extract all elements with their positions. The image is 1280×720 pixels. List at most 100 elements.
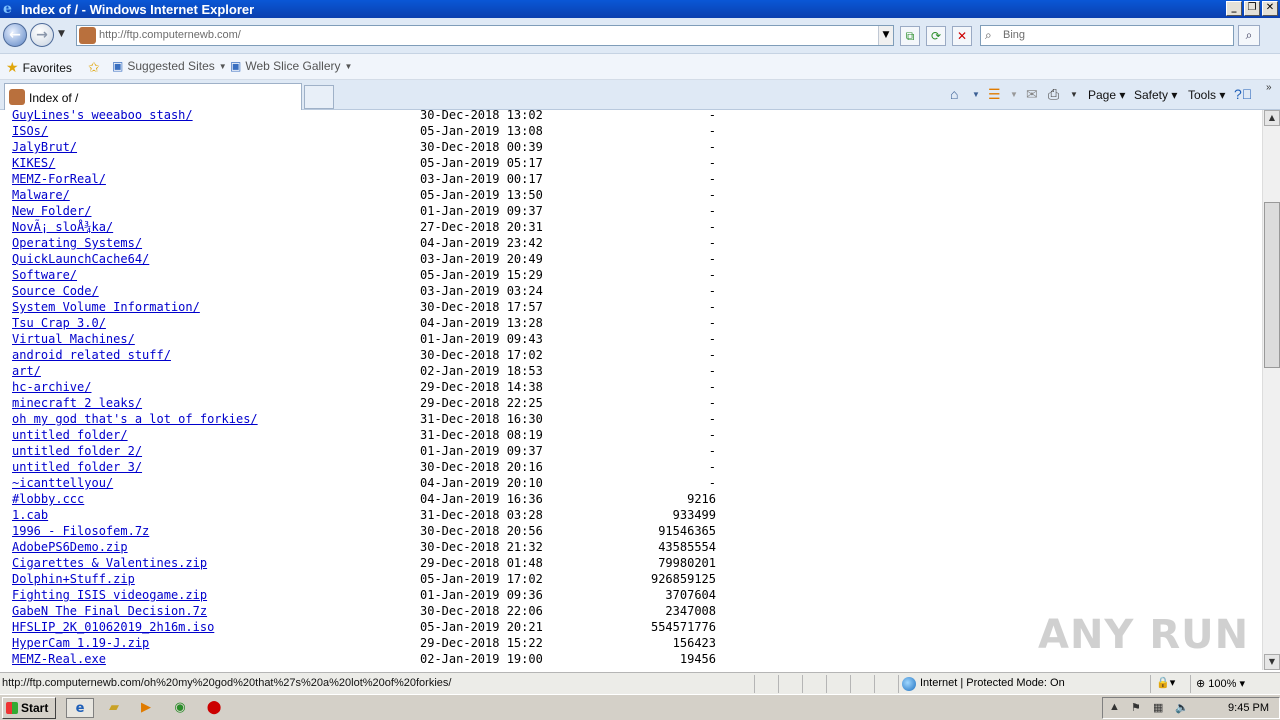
listing-link[interactable]: GabeN The Final Decision.7z	[12, 603, 207, 619]
feeds-icon[interactable]: ☰	[988, 86, 1001, 103]
ie-page-icon: ▣	[112, 59, 124, 73]
listing-date: 29-Dec-2018 22:25	[420, 396, 543, 410]
tab-command-bar: Index of / ⌂ ▼ ☰ ▼ ✉ ⎙ ▼ Page ▾ Safety ▾…	[0, 80, 1280, 110]
listing-date: 31-Dec-2018 08:19	[420, 428, 543, 442]
listing-link[interactable]: ISOs/	[12, 123, 48, 139]
search-go-button[interactable]: ⌕	[1238, 25, 1260, 46]
listing-link[interactable]: Fighting ISIS videogame.zip	[12, 587, 207, 603]
chevron-down-icon[interactable]: ▼	[972, 90, 980, 99]
page-menu[interactable]: Page ▾	[1088, 88, 1125, 102]
listing-link[interactable]: android related stuff/	[12, 347, 171, 363]
listing-link[interactable]: art/	[12, 363, 41, 379]
listing-link[interactable]: HFSLIP_2K_01062019_2h16m.iso	[12, 619, 214, 635]
listing-link[interactable]: 1.cab	[12, 507, 48, 523]
status-url: http://ftp.computernewb.com/oh%20my%20go…	[2, 677, 452, 689]
address-bar[interactable]: http://ftp.computernewb.com/ ▼	[76, 25, 894, 46]
listing-row: android related stuff/30-Dec-2018 17:02 -	[0, 347, 760, 363]
favorites-bar: ★ Favorites ✩ ▣ Suggested Sites ▼ ▣ Web …	[0, 54, 1280, 80]
refresh-button[interactable]: ⟳	[926, 26, 946, 46]
listing-link[interactable]: Virtual Machines/	[12, 331, 135, 347]
chrome-icon[interactable]: ◉	[170, 698, 190, 718]
listing-link[interactable]: GuyLines's weeaboo stash/	[12, 110, 193, 123]
listing-link[interactable]: MEMZ-ForReal/	[12, 171, 106, 187]
listing-link[interactable]: Source Code/	[12, 283, 99, 299]
tab-label: Index of /	[29, 91, 79, 105]
safety-menu[interactable]: Safety ▾	[1134, 88, 1177, 102]
listing-link[interactable]: untitled folder/	[12, 427, 128, 443]
listing-link[interactable]: minecraft 2 leaks/	[12, 395, 142, 411]
add-to-favorites-bar-button[interactable]: ✩	[88, 59, 100, 76]
new-tab-button[interactable]	[304, 85, 334, 109]
listing-link[interactable]: Tsu Crap 3.0/	[12, 315, 106, 331]
listing-link[interactable]: JalyBrut/	[12, 139, 77, 155]
start-button[interactable]: Start	[2, 697, 56, 719]
forward-button[interactable]: →	[30, 23, 54, 47]
protected-mode-icon[interactable]: 🔒▾	[1156, 676, 1175, 689]
listing-link[interactable]: MEMZ-Real.exe	[12, 651, 106, 667]
listing-link[interactable]: 1996 - Filosofem.7z	[12, 523, 149, 539]
back-button[interactable]: ←	[3, 23, 27, 47]
listing-link[interactable]: ~icanttellyou/	[12, 475, 113, 491]
listing-link[interactable]: QuickLaunchCache64/	[12, 251, 149, 267]
listing-link[interactable]: #lobby.ccc	[12, 491, 84, 507]
zoom-control[interactable]: ⊕ 100% ▾	[1196, 677, 1245, 690]
listing-link[interactable]: oh my god that's a lot of forkies/	[12, 411, 258, 427]
more-commands-icon[interactable]: »	[1266, 82, 1272, 93]
scroll-down-arrow-icon[interactable]: ▼	[1264, 654, 1280, 670]
listing-date: 02-Jan-2019 19:00	[420, 652, 543, 666]
action-center-flag-icon[interactable]: ⚑	[1131, 701, 1141, 714]
media-player-icon[interactable]: ▶	[136, 698, 156, 718]
window-title: Index of / - Windows Internet Explorer	[21, 1, 255, 17]
stop-button[interactable]: ✕	[952, 26, 972, 46]
network-icon[interactable]: ▦	[1153, 701, 1163, 714]
listing-link[interactable]: New Folder/	[12, 203, 91, 219]
listing-row: MEMZ-ForReal/03-Jan-2019 00:17 -	[0, 171, 760, 187]
listing-row: ~icanttellyou/04-Jan-2019 20:10 -	[0, 475, 760, 491]
listing-link[interactable]: HyperCam 1.19-J.zip	[12, 635, 149, 651]
vertical-scrollbar[interactable]: ▲ ▼	[1262, 110, 1280, 670]
tools-menu[interactable]: Tools ▾	[1188, 88, 1225, 102]
start-label: Start	[21, 701, 49, 715]
opera-icon[interactable]: ⬤	[204, 698, 224, 718]
listing-link[interactable]: untitled folder 3/	[12, 459, 142, 475]
tab-index-of[interactable]: Index of /	[4, 83, 302, 110]
suggested-sites-link[interactable]: ▣ Suggested Sites ▼	[112, 59, 227, 73]
listing-link[interactable]: KIKES/	[12, 155, 55, 171]
close-button[interactable]: ✕	[1262, 1, 1278, 16]
explorer-folder-icon[interactable]: ▰	[104, 698, 124, 718]
help-icon[interactable]: ?⃝	[1234, 86, 1252, 102]
listing-date: 04-Jan-2019 13:28	[420, 316, 543, 330]
ie-taskbar-icon[interactable]: e	[66, 698, 94, 718]
search-box[interactable]: ⌕ Bing	[980, 25, 1234, 46]
chevron-down-icon[interactable]: ▼	[1010, 90, 1018, 99]
scroll-thumb[interactable]	[1264, 202, 1280, 368]
minimize-button[interactable]: _	[1226, 1, 1242, 16]
chevron-down-icon[interactable]: ▼	[1070, 90, 1078, 99]
listing-link[interactable]: System Volume Information/	[12, 299, 200, 315]
listing-link[interactable]: Operating Systems/	[12, 235, 142, 251]
compatibility-view-button[interactable]: ⧉	[900, 26, 920, 46]
listing-link[interactable]: Software/	[12, 267, 77, 283]
listing-link[interactable]: Malware/	[12, 187, 70, 203]
favorites-button[interactable]: ★ Favorites	[6, 59, 72, 76]
home-icon[interactable]: ⌂	[950, 86, 958, 102]
recent-pages-dropdown-icon[interactable]: ▼	[58, 29, 65, 39]
listing-link[interactable]: Cigarettes & Valentines.zip	[12, 555, 207, 571]
address-dropdown-icon[interactable]: ▼	[878, 26, 893, 45]
listing-link[interactable]: hc-archive/	[12, 379, 91, 395]
volume-icon[interactable]: 🔈	[1175, 701, 1189, 714]
listing-link[interactable]: AdobePS6Demo.zip	[12, 539, 128, 555]
address-url[interactable]: http://ftp.computernewb.com/	[99, 29, 241, 41]
print-icon[interactable]: ⎙	[1048, 86, 1059, 103]
scroll-up-arrow-icon[interactable]: ▲	[1264, 110, 1280, 126]
listing-link[interactable]: NovÃ¡ sloÅ¾ka/	[12, 219, 113, 235]
restore-button[interactable]: ❐	[1244, 1, 1260, 16]
listing-link[interactable]: untitled folder 2/	[12, 443, 142, 459]
mail-icon[interactable]: ✉	[1026, 86, 1038, 103]
web-slice-gallery-link[interactable]: ▣ Web Slice Gallery ▼	[230, 59, 352, 73]
listing-link[interactable]: Dolphin+Stuff.zip	[12, 571, 135, 587]
security-zone-text[interactable]: Internet | Protected Mode: On	[920, 677, 1065, 689]
show-hidden-icons-icon[interactable]: ▲	[1109, 701, 1120, 713]
clock[interactable]: 9:45 PM	[1228, 702, 1269, 714]
listing-date: 30-Dec-2018 20:56	[420, 524, 543, 538]
